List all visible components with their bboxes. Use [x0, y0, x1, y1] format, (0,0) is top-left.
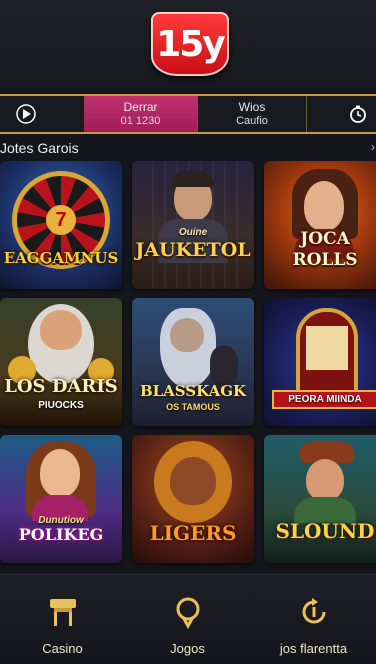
character-companion [210, 346, 238, 386]
seven-badge-icon: 7 [46, 205, 76, 235]
game-card[interactable]: Dunutiow POLIKEG [0, 435, 122, 563]
character-face [40, 310, 82, 350]
logo-text: 15y [156, 23, 226, 65]
game-card[interactable]: LOS DARIS PIUOCKS [0, 298, 122, 426]
tab-sublabel: Caufio [236, 115, 268, 127]
section-title: Jotes Garois [0, 140, 79, 156]
play-button[interactable] [0, 96, 84, 132]
tab-bar: Derrar 01 1230 Wios Caufio [0, 94, 376, 134]
game-card[interactable]: SLOUND [264, 435, 376, 563]
character-hair [172, 171, 214, 187]
game-card[interactable]: BLASSKAGK OS TAMOUS [132, 298, 254, 426]
game-card[interactable]: 7 EAGGAMNUS [0, 161, 122, 289]
casino-icon [49, 599, 76, 626]
nav-label: Jogos [170, 641, 205, 656]
nav-jos-flarentta[interactable]: jos flarentta [251, 575, 376, 664]
character-face [306, 459, 344, 501]
game-title: JOCA ROLLS [292, 229, 358, 270]
game-title: JAUKETOL [135, 239, 251, 261]
character-face [170, 457, 216, 505]
refresh-icon [302, 598, 325, 624]
character-face [304, 181, 344, 231]
game-title: SLOUND [275, 519, 375, 543]
bottom-nav: Casino Jogos jos flarentta [0, 574, 376, 664]
timer-button[interactable] [340, 96, 376, 132]
slot-reels [306, 326, 348, 370]
game-title: LIGERS [149, 521, 237, 545]
game-subtitle: PIUOCKS [38, 400, 84, 411]
character-face [170, 318, 204, 352]
game-card[interactable]: Ouine JAUKETOL [132, 161, 254, 289]
game-subtitle: PEORA MIINDA [272, 390, 376, 409]
nav-jogos[interactable]: Jogos [125, 575, 250, 664]
game-title: BLASSKAGK [139, 382, 247, 400]
game-subtitle: Ouine [178, 227, 208, 238]
game-title: EAGGAMNUS [3, 249, 119, 267]
nav-casino[interactable]: Casino [0, 575, 125, 664]
tab-wios[interactable]: Wios Caufio [197, 96, 307, 132]
app-header: 15y [0, 0, 376, 92]
brand-logo[interactable]: 15y [151, 12, 229, 76]
tab-label: Derrar [123, 100, 158, 114]
game-card[interactable]: JOCA ROLLS [264, 161, 376, 289]
character-face [40, 449, 80, 497]
nav-label: jos flarentta [279, 641, 348, 656]
tab-sublabel: 01 1230 [120, 115, 161, 127]
section-more-arrow[interactable]: › [371, 140, 375, 154]
tab-label: Wios [238, 100, 266, 114]
game-card[interactable]: LIGERS [132, 435, 254, 563]
pin-icon [176, 597, 199, 629]
nav-label: Casino [42, 641, 83, 656]
game-title: POLIKEG [18, 525, 104, 544]
game-title: LOS DARIS [4, 376, 118, 397]
tab-derrar[interactable]: Derrar 01 1230 [84, 96, 197, 132]
game-subtitle: OS TAMOUS [166, 402, 220, 412]
game-card[interactable]: PEORA MIINDA [264, 298, 376, 426]
play-icon [16, 104, 36, 124]
stopwatch-icon [350, 105, 366, 123]
